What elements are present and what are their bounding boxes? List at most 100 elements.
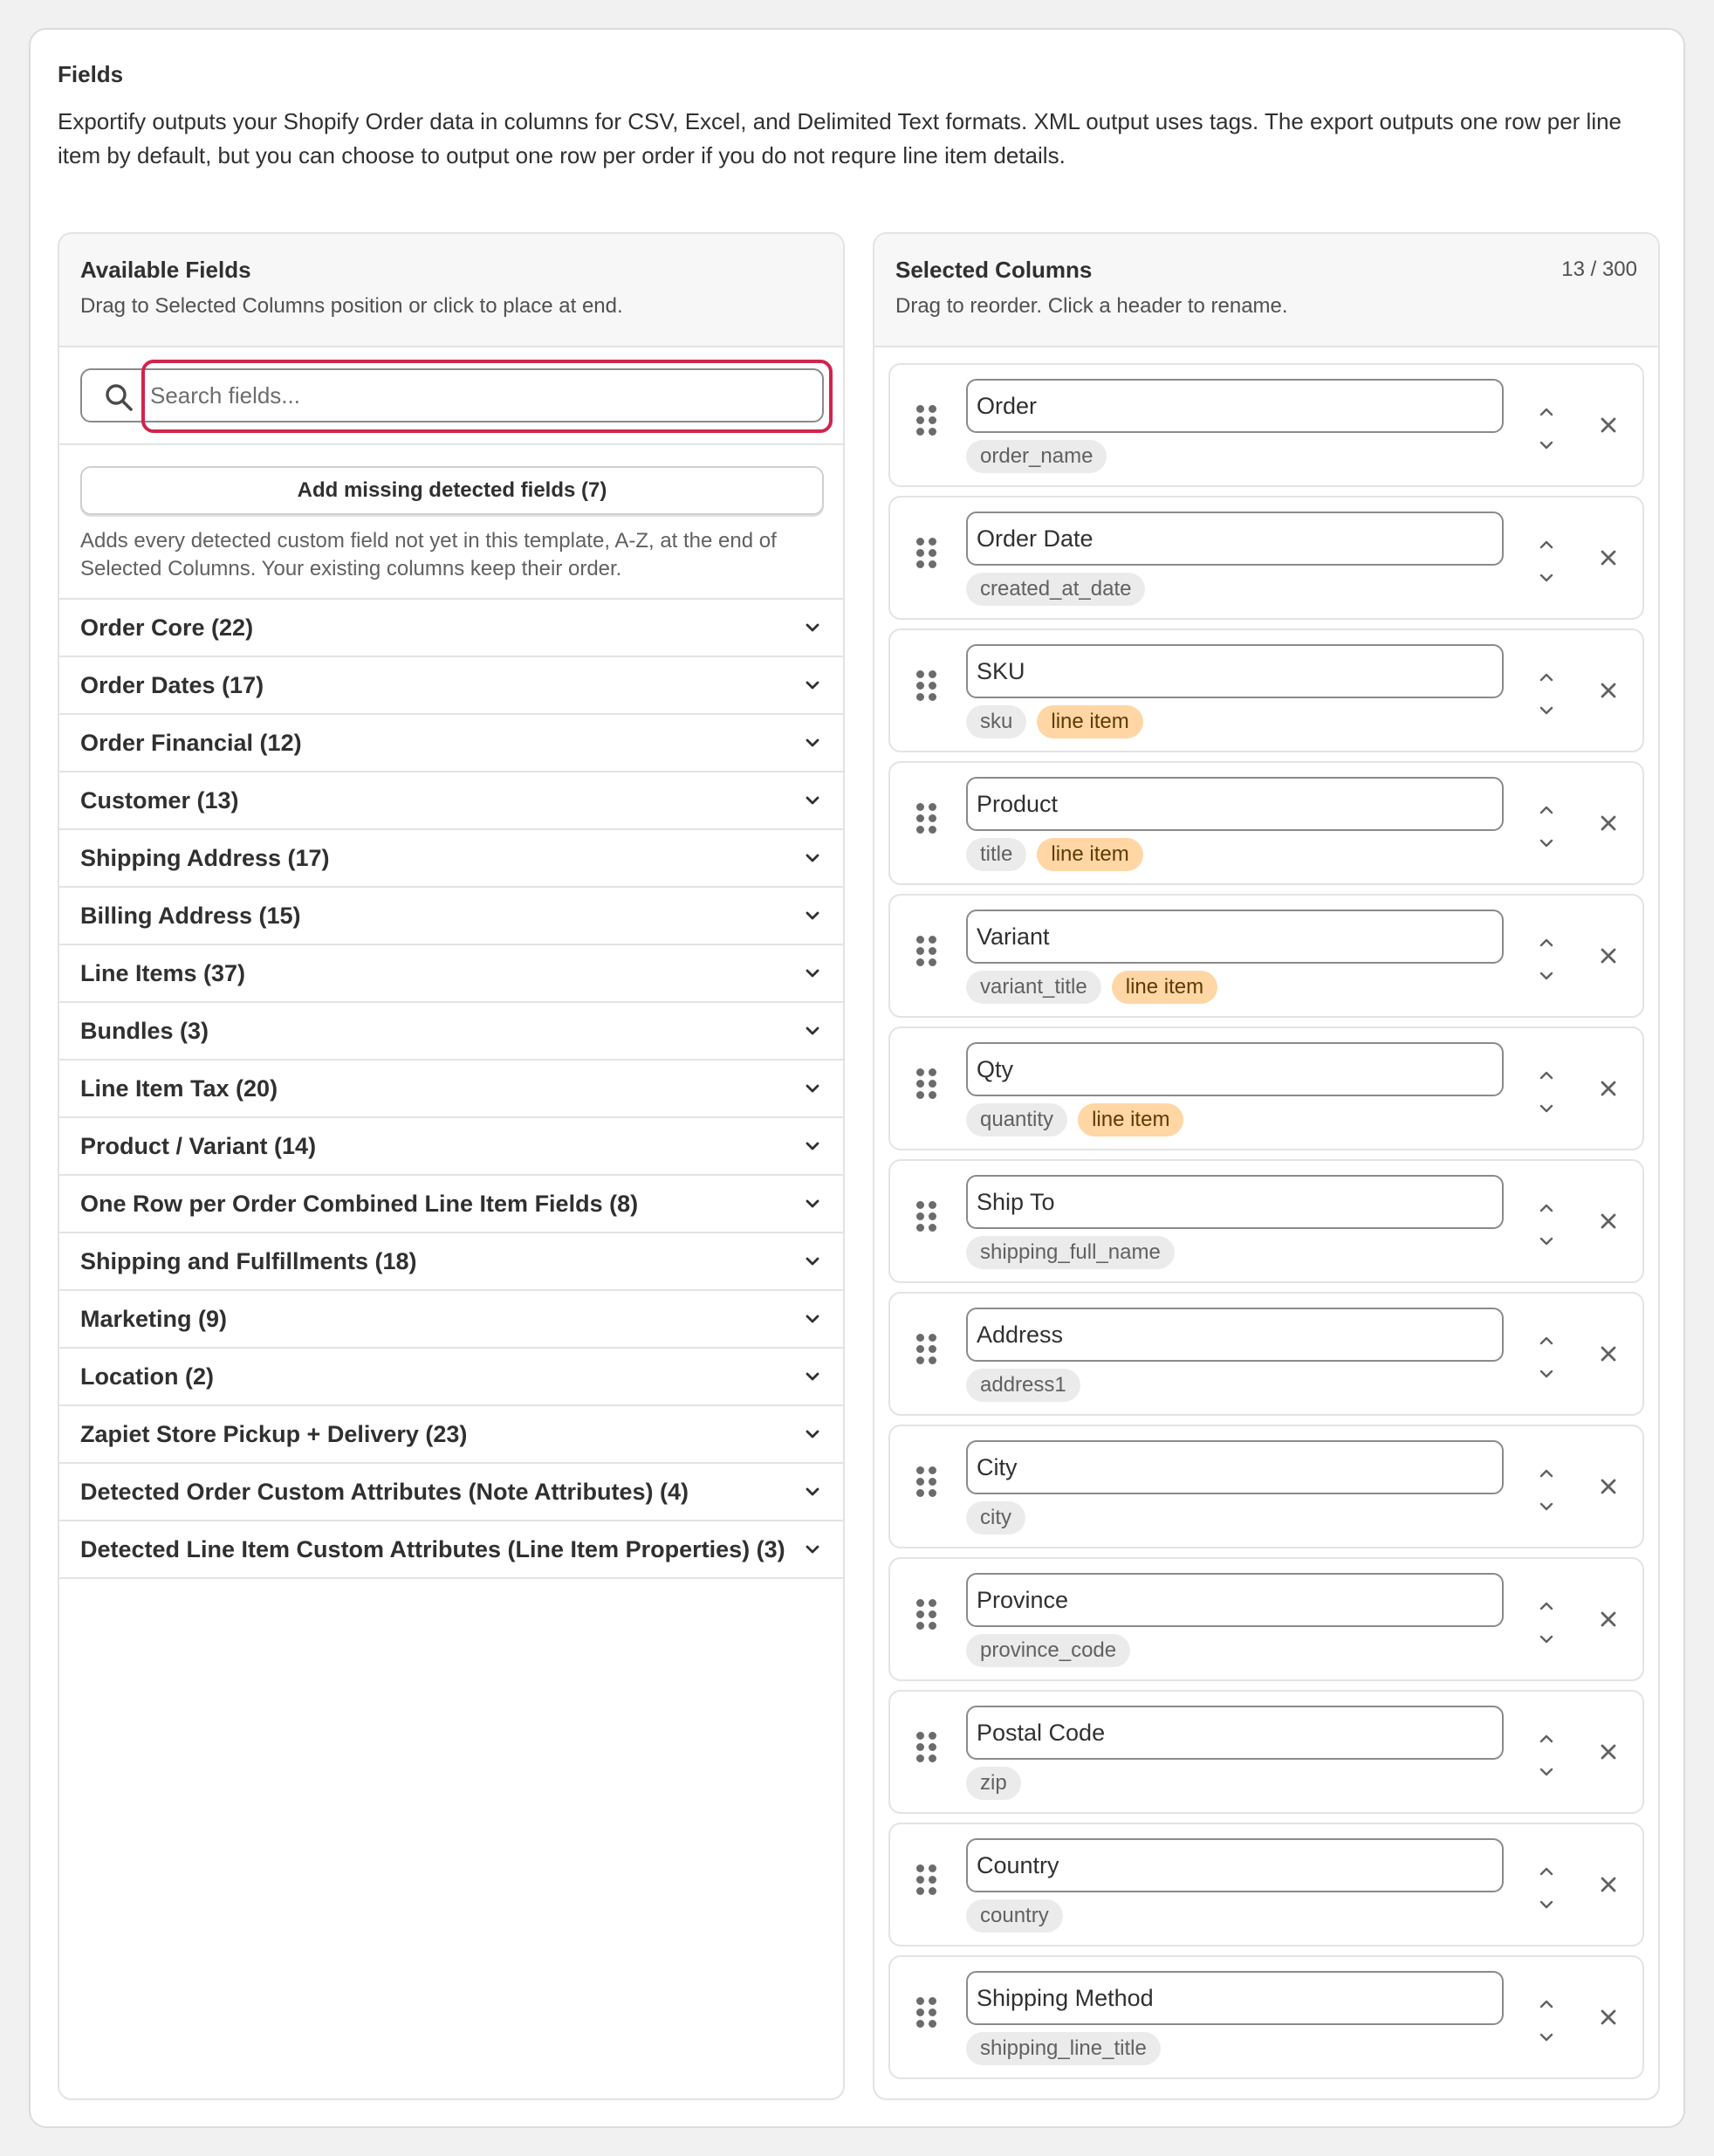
field-group[interactable]: Order Core (22) <box>59 600 843 657</box>
chevron-down-icon[interactable] <box>1534 566 1559 590</box>
chevron-down-icon[interactable] <box>803 1482 822 1501</box>
drag-handle-icon[interactable] <box>916 405 937 436</box>
field-group[interactable]: Order Financial (12) <box>59 715 843 772</box>
chevron-down-icon[interactable] <box>803 1367 822 1386</box>
drag-handle-icon[interactable] <box>916 1201 937 1232</box>
chevron-down-icon[interactable] <box>803 618 822 637</box>
column-name-input[interactable] <box>966 1042 1504 1096</box>
field-group[interactable]: Line Items (37) <box>59 945 843 1003</box>
close-icon[interactable] <box>1595 1473 1621 1500</box>
chevron-down-icon[interactable] <box>803 1136 822 1156</box>
column-name-input[interactable] <box>966 1573 1504 1627</box>
chevron-down-icon[interactable] <box>1534 1627 1559 1651</box>
field-group[interactable]: Shipping and Fulfillments (18) <box>59 1233 843 1291</box>
field-group[interactable]: Location (2) <box>59 1349 843 1406</box>
selected-column[interactable]: city <box>888 1425 1644 1548</box>
chevron-down-icon[interactable] <box>803 1425 822 1444</box>
chevron-down-icon[interactable] <box>803 1194 822 1213</box>
chevron-down-icon[interactable] <box>803 1021 822 1040</box>
drag-handle-icon[interactable] <box>916 538 937 569</box>
chevron-up-icon[interactable] <box>1534 665 1559 690</box>
close-icon[interactable] <box>1595 1871 1621 1898</box>
selected-column[interactable]: order_name <box>888 363 1644 487</box>
add-missing-fields-button[interactable]: Add missing detected fields (7) <box>80 466 824 515</box>
chevron-down-icon[interactable] <box>1534 1362 1559 1386</box>
selected-column[interactable]: province_code <box>888 1557 1644 1681</box>
selected-column[interactable]: created_at_date <box>888 496 1644 620</box>
drag-handle-icon[interactable] <box>916 1466 937 1498</box>
drag-handle-icon[interactable] <box>916 1068 937 1100</box>
selected-column[interactable]: country <box>888 1823 1644 1947</box>
drag-handle-icon[interactable] <box>916 1864 937 1896</box>
selected-column[interactable]: shipping_full_name <box>888 1159 1644 1283</box>
field-group[interactable]: Order Dates (17) <box>59 657 843 715</box>
close-icon[interactable] <box>1595 2004 1621 2030</box>
chevron-up-icon[interactable] <box>1534 1461 1559 1486</box>
field-group[interactable]: Bundles (3) <box>59 1003 843 1061</box>
drag-handle-icon[interactable] <box>916 803 937 834</box>
close-icon[interactable] <box>1595 943 1621 969</box>
chevron-down-icon[interactable] <box>1534 964 1559 988</box>
chevron-up-icon[interactable] <box>1534 798 1559 822</box>
chevron-up-icon[interactable] <box>1534 930 1559 955</box>
chevron-up-icon[interactable] <box>1534 1727 1559 1751</box>
column-name-input[interactable] <box>966 1706 1504 1760</box>
selected-column[interactable]: quantity line item <box>888 1027 1644 1150</box>
chevron-down-icon[interactable] <box>1534 2025 1559 2050</box>
chevron-down-icon[interactable] <box>803 791 822 810</box>
field-group[interactable]: Product / Variant (14) <box>59 1118 843 1176</box>
chevron-down-icon[interactable] <box>1534 1494 1559 1519</box>
chevron-up-icon[interactable] <box>1534 1594 1559 1618</box>
field-group[interactable]: Detected Order Custom Attributes (Note A… <box>59 1464 843 1521</box>
chevron-down-icon[interactable] <box>1534 1096 1559 1121</box>
chevron-down-icon[interactable] <box>1534 433 1559 457</box>
chevron-up-icon[interactable] <box>1534 1859 1559 1884</box>
drag-handle-icon[interactable] <box>916 1599 937 1631</box>
selected-column[interactable]: address1 <box>888 1292 1644 1416</box>
chevron-down-icon[interactable] <box>1534 831 1559 855</box>
drag-handle-icon[interactable] <box>916 670 937 702</box>
chevron-down-icon[interactable] <box>1534 1229 1559 1253</box>
column-name-input[interactable] <box>966 1308 1504 1362</box>
field-group[interactable]: Marketing (9) <box>59 1291 843 1349</box>
chevron-down-icon[interactable] <box>803 1309 822 1329</box>
drag-handle-icon[interactable] <box>916 1334 937 1365</box>
column-name-input[interactable] <box>966 1175 1504 1229</box>
selected-column[interactable]: sku line item <box>888 628 1644 752</box>
chevron-down-icon[interactable] <box>1534 1760 1559 1784</box>
field-group[interactable]: One Row per Order Combined Line Item Fie… <box>59 1176 843 1233</box>
column-name-input[interactable] <box>966 777 1504 831</box>
column-name-input[interactable] <box>966 910 1504 964</box>
chevron-down-icon[interactable] <box>803 964 822 983</box>
chevron-up-icon[interactable] <box>1534 532 1559 557</box>
close-icon[interactable] <box>1595 412 1621 438</box>
field-group[interactable]: Zapiet Store Pickup + Delivery (23) <box>59 1406 843 1464</box>
close-icon[interactable] <box>1595 1739 1621 1765</box>
chevron-up-icon[interactable] <box>1534 1196 1559 1220</box>
field-group[interactable]: Customer (13) <box>59 772 843 830</box>
chevron-up-icon[interactable] <box>1534 400 1559 424</box>
column-name-input[interactable] <box>966 379 1504 433</box>
close-icon[interactable] <box>1595 810 1621 836</box>
close-icon[interactable] <box>1595 1606 1621 1632</box>
drag-handle-icon[interactable] <box>916 936 937 967</box>
selected-column[interactable]: variant_title line item <box>888 894 1644 1018</box>
close-icon[interactable] <box>1595 1075 1621 1102</box>
column-name-input[interactable] <box>966 1440 1504 1494</box>
selected-column[interactable]: shipping_line_title <box>888 1955 1644 2079</box>
chevron-up-icon[interactable] <box>1534 1063 1559 1088</box>
column-name-input[interactable] <box>966 512 1504 566</box>
close-icon[interactable] <box>1595 1341 1621 1367</box>
chevron-down-icon[interactable] <box>1534 1892 1559 1917</box>
close-icon[interactable] <box>1595 1208 1621 1234</box>
field-group[interactable]: Detected Line Item Custom Attributes (Li… <box>59 1521 843 1579</box>
search-input[interactable] <box>150 375 813 415</box>
chevron-down-icon[interactable] <box>803 733 822 752</box>
chevron-down-icon[interactable] <box>803 848 822 868</box>
drag-handle-icon[interactable] <box>916 1997 937 2029</box>
field-group[interactable]: Billing Address (15) <box>59 888 843 945</box>
chevron-up-icon[interactable] <box>1534 1992 1559 2016</box>
selected-column[interactable]: zip <box>888 1690 1644 1814</box>
drag-handle-icon[interactable] <box>916 1732 937 1763</box>
chevron-down-icon[interactable] <box>803 1252 822 1271</box>
